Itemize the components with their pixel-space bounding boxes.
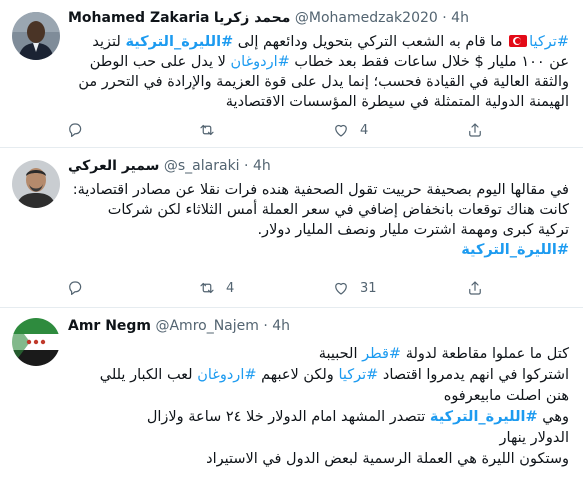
reply-icon — [69, 281, 82, 295]
tweet-line: الدولار ينهار — [499, 430, 569, 446]
tweet-header: Mohamed Zakaria محمد زكريا @Mohamedzak20… — [68, 8, 571, 28]
tweet-text-segment: عن ١٠٠ مليار $ خلال ساعات فقط بعد خطاب — [289, 54, 569, 70]
tweet-text-segment: لتزيد — [92, 34, 126, 50]
share-button[interactable] — [466, 120, 484, 140]
retweet-count: 4 — [226, 280, 235, 296]
action-bar: 4 31 — [66, 278, 481, 298]
tweet-text-segment: لعب الكبار يللي — [99, 367, 198, 383]
timestamp[interactable]: 4h — [253, 158, 271, 174]
handle[interactable]: @Amro_Najem — [155, 318, 258, 334]
tweet-line: #تركيا ما قام به الشعب التركي بتحويل ودا… — [68, 32, 569, 52]
like-button[interactable]: 31 — [332, 278, 377, 298]
turkey-flag-icon — [509, 35, 528, 47]
handle[interactable]: @s_alaraki — [164, 158, 240, 174]
timestamp[interactable]: 4h — [272, 318, 290, 334]
hashtag-link[interactable]: #الليرة_التركية — [430, 409, 538, 425]
tweet-line: كتل ما عملوا مقاطعة لدولة #قطر الحبيبة — [68, 344, 569, 365]
like-button[interactable]: 4 — [332, 120, 368, 140]
tweet-header: Amr Negm @Amro_Najem · 4h — [68, 316, 571, 336]
avatar[interactable] — [12, 318, 60, 366]
share-icon — [469, 281, 481, 295]
hashtag-link[interactable]: #قطر — [362, 346, 401, 362]
separator: · — [442, 10, 447, 26]
reply-button[interactable] — [66, 120, 94, 140]
like-icon — [335, 124, 347, 137]
tweet-line: كانت هناك توقعات بانخفاض إضافي في سعر ال… — [107, 202, 569, 218]
like-count: 4 — [360, 122, 369, 138]
timestamp[interactable]: 4h — [451, 10, 469, 26]
tweet-text: كتل ما عملوا مقاطعة لدولة #قطر الحبيبة ا… — [68, 344, 569, 470]
display-name[interactable]: سمير العركي — [68, 158, 159, 174]
display-name[interactable]: Mohamed Zakaria — [68, 10, 209, 26]
tweet-text-segment: ما قام به الشعب التركي بتحويل ودائعهم إل… — [233, 34, 508, 50]
hashtag-link[interactable]: #الليرة_التركية — [125, 34, 233, 50]
tweet-text: #تركيا ما قام به الشعب التركي بتحويل ودا… — [68, 32, 569, 112]
action-bar: 4 — [66, 120, 481, 140]
tweet-text-segment: لا يدل على حب الوطن — [89, 54, 231, 70]
hashtag-link[interactable]: #اردوغان — [231, 54, 290, 70]
tweet-header: سمير العركي @s_alaraki · 4h — [68, 156, 571, 176]
tweet-text-segment: تتصدر المشهد امام الدولار خلا ٢٤ ساعة ول… — [146, 409, 430, 425]
share-icon — [469, 123, 481, 137]
share-button[interactable] — [466, 278, 484, 298]
tweet-line: اشتركوا في انهم يدمروا اقتصاد #تركيا ولك… — [68, 365, 569, 386]
display-name-ar[interactable]: محمد زكريا — [214, 10, 291, 26]
retweet-button[interactable] — [198, 120, 226, 140]
tweet-line: وهي #الليرة_التركية تتصدر المشهد امام ال… — [68, 407, 569, 428]
hashtag-link[interactable]: #اردوغان — [197, 367, 256, 383]
tweet-line: في مقالها اليوم بصحيفة حرييت تقول الصحفي… — [72, 182, 569, 198]
separator: · — [263, 318, 268, 334]
tweet-line: والثقة العالية في القيادة فحسب؛ إنما يدل… — [78, 74, 569, 90]
avatar[interactable] — [12, 160, 60, 208]
tweet-text-segment: اشتركوا في انهم يدمروا اقتصاد — [378, 367, 569, 383]
reply-button[interactable] — [66, 278, 94, 298]
tweet-line: تركية كبرى ومهمة اشترت مليار ونصف المليا… — [257, 222, 569, 238]
tweet-2[interactable]: سمير العركي @s_alaraki · 4h في مقالها ال… — [0, 148, 583, 308]
tweet-text-segment: كتل ما عملوا مقاطعة لدولة — [401, 346, 569, 362]
tweet-line: الهيمنة الدولية المتمثلة في سيطرة المؤسس… — [225, 94, 569, 110]
tweet-text-segment: الحبيبة — [318, 346, 363, 362]
hashtag-link[interactable]: #تركيا — [338, 367, 378, 383]
hashtag-link[interactable]: #الليرة_التركية — [68, 240, 569, 260]
tweet-1[interactable]: Mohamed Zakaria محمد زكريا @Mohamedzak20… — [0, 0, 583, 148]
avatar[interactable] — [12, 12, 60, 60]
retweet-icon — [200, 282, 214, 294]
reply-icon — [69, 123, 82, 137]
display-name[interactable]: Amr Negm — [68, 318, 151, 334]
tweet-line: عن ١٠٠ مليار $ خلال ساعات فقط بعد خطاب #… — [68, 52, 569, 72]
separator: · — [244, 158, 249, 174]
tweet-3[interactable]: Amr Negm @Amro_Najem · 4h كتل ما عملوا م… — [0, 308, 583, 483]
hashtag-link[interactable]: #تركيا — [529, 34, 569, 50]
tweet-line: هنن اصلت مابيعرفوه — [443, 388, 569, 404]
retweet-button[interactable]: 4 — [198, 278, 234, 298]
handle[interactable]: @Mohamedzak2020 — [295, 10, 438, 26]
like-icon — [335, 282, 347, 295]
tweet-text-segment: ولكن لاعبهم — [256, 367, 339, 383]
like-count: 31 — [360, 280, 377, 296]
tweet-text: في مقالها اليوم بصحيفة حرييت تقول الصحفي… — [68, 180, 569, 260]
tweet-line: وستكون الليرة هي العملة الرسمية لبعض الد… — [206, 451, 569, 467]
retweet-icon — [200, 124, 214, 136]
tweet-text-segment: وهي — [537, 409, 569, 425]
